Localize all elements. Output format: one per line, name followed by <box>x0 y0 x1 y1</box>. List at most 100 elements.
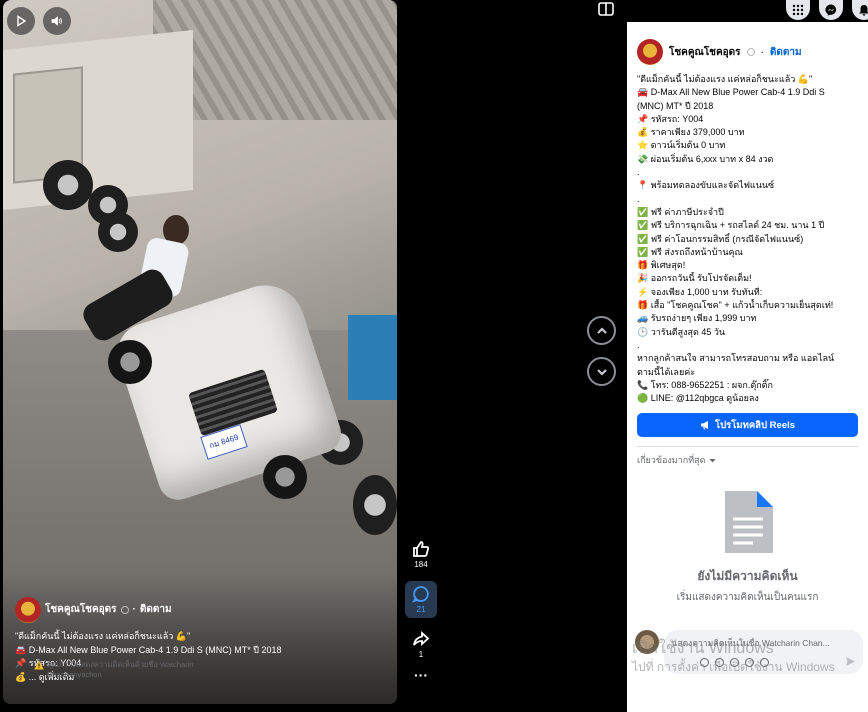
post-line: ✅ ฟรี ส่งรถถึงหน้าบ้านคุณ <box>637 246 743 257</box>
post-line: 📞 โทร: 088-9652251 : ผจก.ตุ๊กติ๊ก <box>637 379 773 390</box>
post-line: ✅ ฟรี บริการฉุกเฉิน + รถสไลด์ 24 ชม. นาน… <box>637 220 825 231</box>
notifications-button[interactable] <box>852 0 868 20</box>
composer-tools <box>700 658 769 667</box>
page-avatar[interactable] <box>637 39 663 65</box>
post-line: 🎁 เสื้อ "โชคคูณโชค" + แก้วน้ำเก็บความเย็… <box>637 300 834 311</box>
emoji-icon[interactable] <box>715 658 724 667</box>
truck-wheel <box>263 455 307 499</box>
post-line: ตามนี้ได้เลยค่ะ <box>637 366 696 377</box>
post-line: ⭐ ดาวน์เริ่มต้น 0 บาท <box>637 140 726 151</box>
post-line: . <box>637 167 640 178</box>
post-line: 🎉 ออกรถวันนี้ รับโปรจัดเต็ม! <box>637 273 752 284</box>
post-line: "ดีแม็กคันนี้ ไม่ต้องแรง แค่หล่อก็ชนะแล้… <box>637 74 813 84</box>
more-options-button[interactable]: ··· <box>405 668 437 682</box>
post-line: 📌 รหัสรถ: Y004 <box>637 113 704 124</box>
speaker-icon <box>51 16 62 26</box>
post-header: โชคคูณโชคอุดร · ติดตาม <box>627 22 868 65</box>
grid-menu-icon <box>792 4 804 16</box>
share-button[interactable]: 1 <box>405 630 437 659</box>
comment-placeholder: แสดงความคิดเห็นในชื่อ Watcharin Chan... <box>672 638 830 648</box>
action-rail: 184 21 1 ··· <box>405 540 437 691</box>
like-button[interactable]: 184 <box>405 540 437 569</box>
caption-line: "ดีแม็กคันนี้ ไม่ต้องแรง แค่หล่อก็ชนะแล้… <box>15 631 191 641</box>
send-icon <box>846 657 855 666</box>
comment-count: 21 <box>416 605 426 614</box>
avatar-sticker-icon[interactable] <box>700 658 709 667</box>
previous-reel-button[interactable] <box>587 316 616 345</box>
sort-label: เกี่ยวข้องมากที่สุด <box>637 455 706 466</box>
promote-reels-button[interactable]: โปรโมทคลิป Reels <box>637 413 858 438</box>
bell-icon <box>859 5 868 16</box>
post-line: 📍 พร้อมทดลองขับและจัดไฟแนนซ์ <box>637 180 775 191</box>
separator-dot: · <box>132 604 136 616</box>
volume-button[interactable] <box>43 7 71 35</box>
more-dots-icon: ··· <box>414 667 428 683</box>
gif-icon[interactable] <box>745 658 754 667</box>
post-line: . <box>637 339 640 350</box>
share-count: 1 <box>418 650 424 659</box>
blue-panel <box>348 315 397 400</box>
megaphone-icon <box>700 421 708 430</box>
post-line: (MNC) MT* ปี 2018 <box>637 100 714 111</box>
caret-down-icon <box>709 458 716 463</box>
user-avatar[interactable] <box>635 630 659 654</box>
post-line: ⚡ จองเพียง 1,000 บาท รับทันที: <box>637 286 763 297</box>
page-name[interactable]: โชคคูณโชคอุดร <box>669 45 741 60</box>
comment-input[interactable]: แสดงความคิดเห็นในชื่อ Watcharin Chan... <box>664 630 863 674</box>
post-line: 🕒 วารันตีสูงสุด 45 วัน <box>637 326 726 337</box>
presenter <box>73 215 191 375</box>
page-name[interactable]: โชคคูณโชคอุดร <box>45 603 117 617</box>
next-reel-button[interactable] <box>587 357 616 386</box>
empty-comments: ยังไม่มีความคิดเห็น เริ่มแสดงความคิดเห็น… <box>627 467 868 605</box>
post-line: 🎁 พิเศษสุด! <box>637 260 686 271</box>
send-button[interactable] <box>846 657 855 666</box>
play-button[interactable] <box>7 7 35 35</box>
post-line: ✅ ฟรี ค่าภาษีประจำปี <box>637 206 724 217</box>
warning-text: คุณกำลังแสดงความคิดเห็นด้วยชื่อ Watchari… <box>47 660 194 679</box>
caption-header: โชคคูณโชคอุดร · ติดตาม <box>15 597 390 623</box>
globe-icon <box>746 48 755 56</box>
comment-composer: แสดงความคิดเห็นในชื่อ Watcharin Chan... <box>635 630 863 674</box>
expand-button[interactable] <box>598 2 614 16</box>
presenter-legs <box>79 265 177 345</box>
tire-stack <box>353 475 397 535</box>
post-line: 💰 ราคาเพียง 379,000 บาท <box>637 127 745 138</box>
post-line: ✅ ฟรี ค่าโอนกรรมสิทธิ์ (กรณีจัดไฟแนนซ์) <box>637 233 804 244</box>
post-line: 💸 ผ่อนเริ่มต้น 6,xxx บาท x 84 งวด <box>637 153 774 164</box>
separator-dot: · <box>760 46 764 58</box>
follow-link[interactable]: ติดตาม <box>140 603 172 617</box>
thumbs-up-icon <box>413 541 430 557</box>
chevron-down-icon <box>596 368 607 376</box>
details-panel: โชคคูณโชคอุดร · ติดตาม "ดีแม็กคันนี้ ไม่… <box>627 22 868 712</box>
messenger-icon <box>825 4 837 16</box>
document-icon <box>723 491 773 554</box>
post-text: "ดีแม็กคันนี้ ไม่ต้องแรง แค่หล่อก็ชนะแล้… <box>627 65 868 405</box>
collapse-panel-icon <box>598 2 614 16</box>
tire-stack <box>43 160 93 210</box>
menu-button[interactable] <box>786 0 810 20</box>
globe-icon <box>120 606 129 614</box>
follow-link[interactable]: ติดตาม <box>770 45 802 60</box>
comment-sort-dropdown[interactable]: เกี่ยวข้องมากที่สุด <box>627 447 868 467</box>
empty-title: ยังไม่มีความคิดเห็น <box>697 569 798 584</box>
like-count: 184 <box>414 560 428 569</box>
reels-viewer: กม 8469 โชคคูณโชคอุดร · ติดตาม "ดีแม็กคั… <box>0 0 868 712</box>
identity-warning: คุณกำลังแสดงความคิดเห็นด้วยชื่อ Watchari… <box>34 660 234 680</box>
comment-button[interactable]: 21 <box>405 581 437 618</box>
empty-subtitle: เริ่มแสดงความคิดเห็นเป็นคนแรก <box>676 592 819 604</box>
see-less-link[interactable]: 🟢 LINE: @112qbgca ดูน้อยลง <box>637 392 858 405</box>
reel-video[interactable]: กม 8469 โชคคูณโชคอุดร · ติดตาม "ดีแม็กคั… <box>3 0 397 704</box>
post-line: 🚘 D-Max All New Blue Power Cab-4 1.9 Ddi… <box>637 87 825 98</box>
post-line: 🚙 รับรถง่ายๆ เพียง 1,999 บาท <box>637 313 757 324</box>
share-icon <box>413 630 430 647</box>
page-avatar[interactable] <box>15 597 41 623</box>
play-icon <box>17 15 27 27</box>
caption-line: 🚘 D-Max All New Blue Power Cab-4 1.9 Ddi… <box>15 644 282 655</box>
promote-label: โปรโมทคลิป Reels <box>714 419 796 431</box>
messenger-button[interactable] <box>819 0 843 20</box>
post-line: หากลูกค้าสนใจ สามารถโทรสอบถาม หรือ แอดไล… <box>637 353 835 364</box>
camera-icon[interactable] <box>730 658 739 667</box>
sticker-icon[interactable] <box>760 658 769 667</box>
top-toolbar <box>786 0 868 20</box>
post-line: . <box>637 193 640 204</box>
